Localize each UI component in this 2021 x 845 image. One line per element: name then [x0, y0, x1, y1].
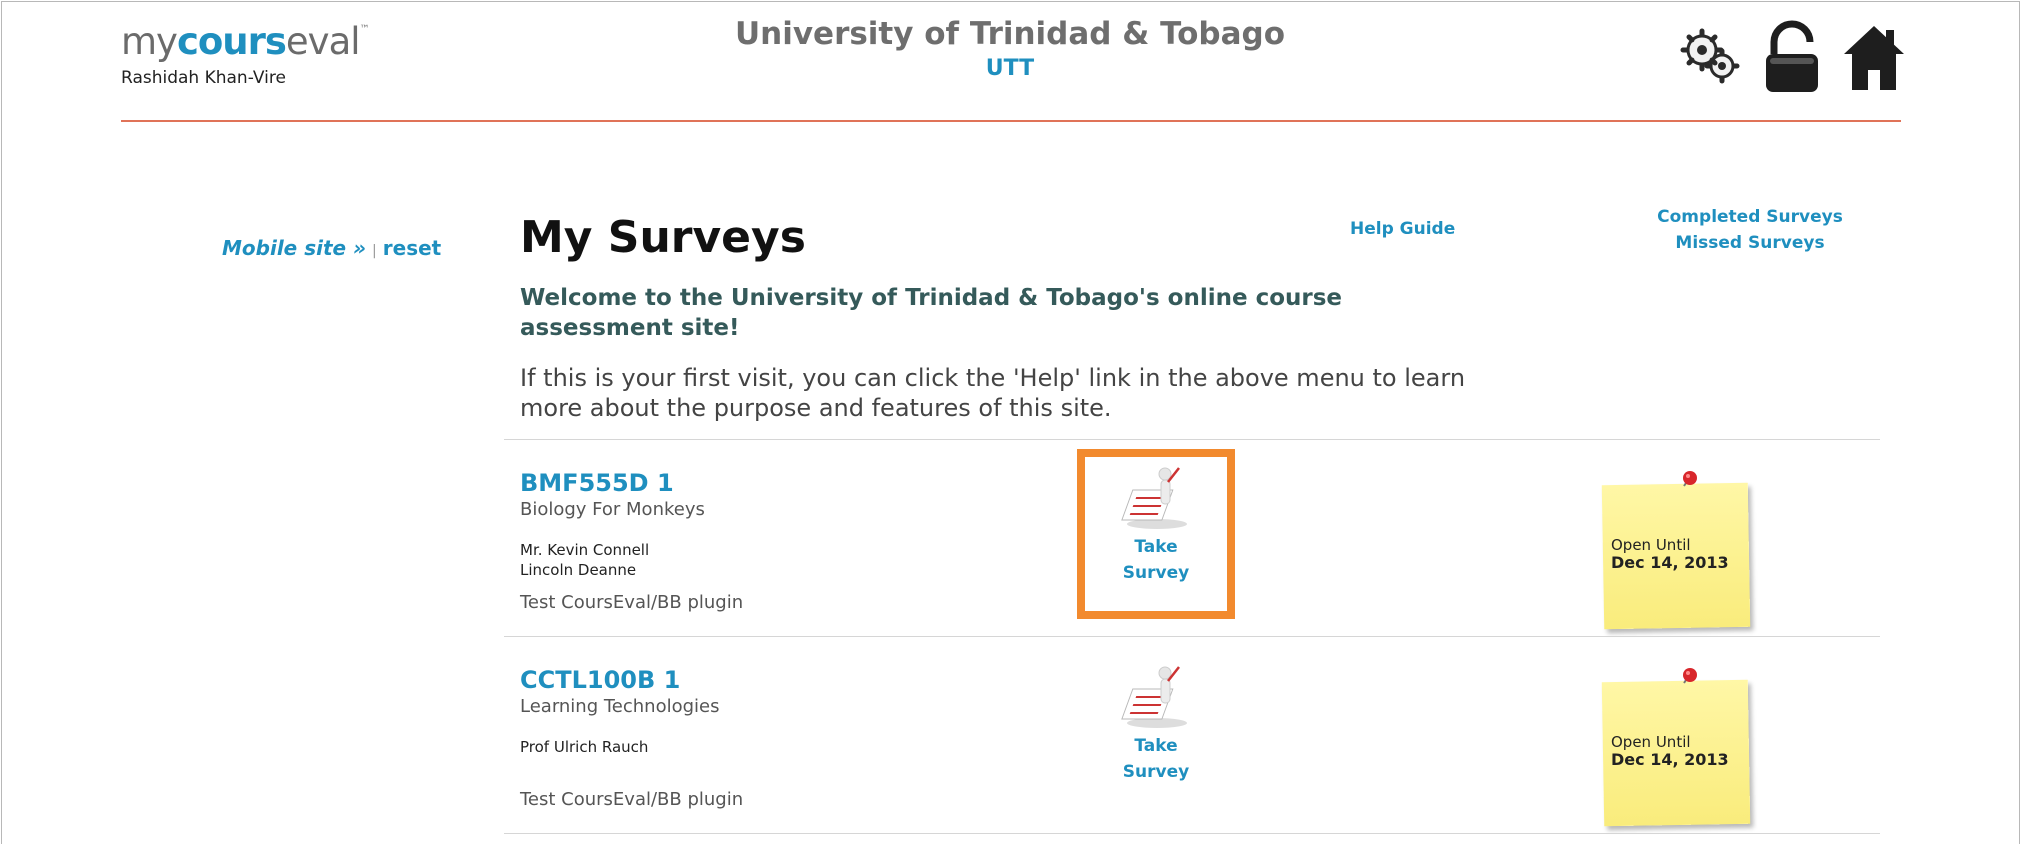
- open-until-date: Dec 14, 2013: [1611, 553, 1729, 572]
- mycourseval-logo: mycourseval™: [121, 20, 370, 63]
- open-until-date: Dec 14, 2013: [1611, 750, 1729, 769]
- survey-course-info: BMF555D 1 Biology For Monkeys Mr. Kevin …: [520, 469, 705, 580]
- open-until-text: Open Until Dec 14, 2013: [1611, 536, 1729, 572]
- open-until-label: Open Until: [1611, 733, 1691, 751]
- nav-separator: |: [372, 243, 377, 259]
- institution-abbr: UTT: [985, 56, 1035, 81]
- open-until-sticky-note: Open Until Dec 14, 2013: [1601, 471, 1751, 630]
- institution-title: University of Trinidad & Tobago: [734, 16, 1286, 52]
- open-until-text: Open Until Dec 14, 2013: [1611, 733, 1729, 769]
- header-icon-bar: [1676, 20, 1908, 96]
- lock-icon[interactable]: [1758, 20, 1826, 96]
- survey-course-info: CCTL100B 1 Learning Technologies Prof Ul…: [520, 666, 720, 757]
- survey-checklist-icon: [1121, 666, 1187, 728]
- take-survey-button[interactable]: Take Survey: [1096, 661, 1216, 787]
- row-divider: [504, 636, 1880, 637]
- page-title: My Surveys: [520, 212, 806, 263]
- course-plugin-label: Test CoursEval/BB plugin: [520, 592, 744, 613]
- help-guide-link[interactable]: Help Guide: [1350, 219, 1455, 239]
- reset-link[interactable]: reset: [383, 236, 441, 260]
- survey-history-links: Completed Surveys Missed Surveys: [1630, 204, 1870, 256]
- instructor-list: Mr. Kevin Connell Lincoln Deanne: [520, 540, 705, 580]
- row-divider: [504, 833, 1880, 834]
- welcome-heading: Welcome to the University of Trinidad & …: [520, 285, 1343, 341]
- highlight-box: [1077, 449, 1235, 619]
- instructor-name: Prof Ulrich Rauch: [520, 738, 649, 756]
- course-name: Biology For Monkeys: [520, 499, 705, 520]
- course-name: Learning Technologies: [520, 696, 720, 717]
- take-survey-label: Survey: [1122, 762, 1190, 782]
- header-divider: [121, 120, 1901, 122]
- settings-gears-icon[interactable]: [1676, 20, 1744, 96]
- instructor-name: Mr. Kevin Connell: [520, 541, 650, 559]
- home-icon[interactable]: [1840, 20, 1908, 96]
- course-code-link[interactable]: BMF555D 1: [520, 469, 705, 497]
- pushpin-icon: [1683, 668, 1697, 684]
- instructor-list: Prof Ulrich Rauch: [520, 737, 720, 757]
- intro-text: If this is your first visit, you can cli…: [520, 364, 1466, 422]
- instructor-name: Lincoln Deanne: [520, 561, 637, 579]
- open-until-label: Open Until: [1611, 536, 1691, 554]
- course-plugin-label: Test CoursEval/BB plugin: [520, 789, 744, 810]
- left-nav: Mobile site » | reset: [222, 236, 441, 260]
- missed-surveys-link[interactable]: Missed Surveys: [1630, 230, 1870, 256]
- mobile-site-link[interactable]: Mobile site »: [222, 236, 366, 260]
- pushpin-icon: [1683, 471, 1697, 487]
- course-code-link[interactable]: CCTL100B 1: [520, 666, 720, 694]
- row-divider: [504, 439, 1880, 440]
- user-name: Rashidah Khan-Vire: [121, 68, 286, 88]
- completed-surveys-link[interactable]: Completed Surveys: [1630, 204, 1870, 230]
- open-until-sticky-note: Open Until Dec 14, 2013: [1601, 668, 1751, 827]
